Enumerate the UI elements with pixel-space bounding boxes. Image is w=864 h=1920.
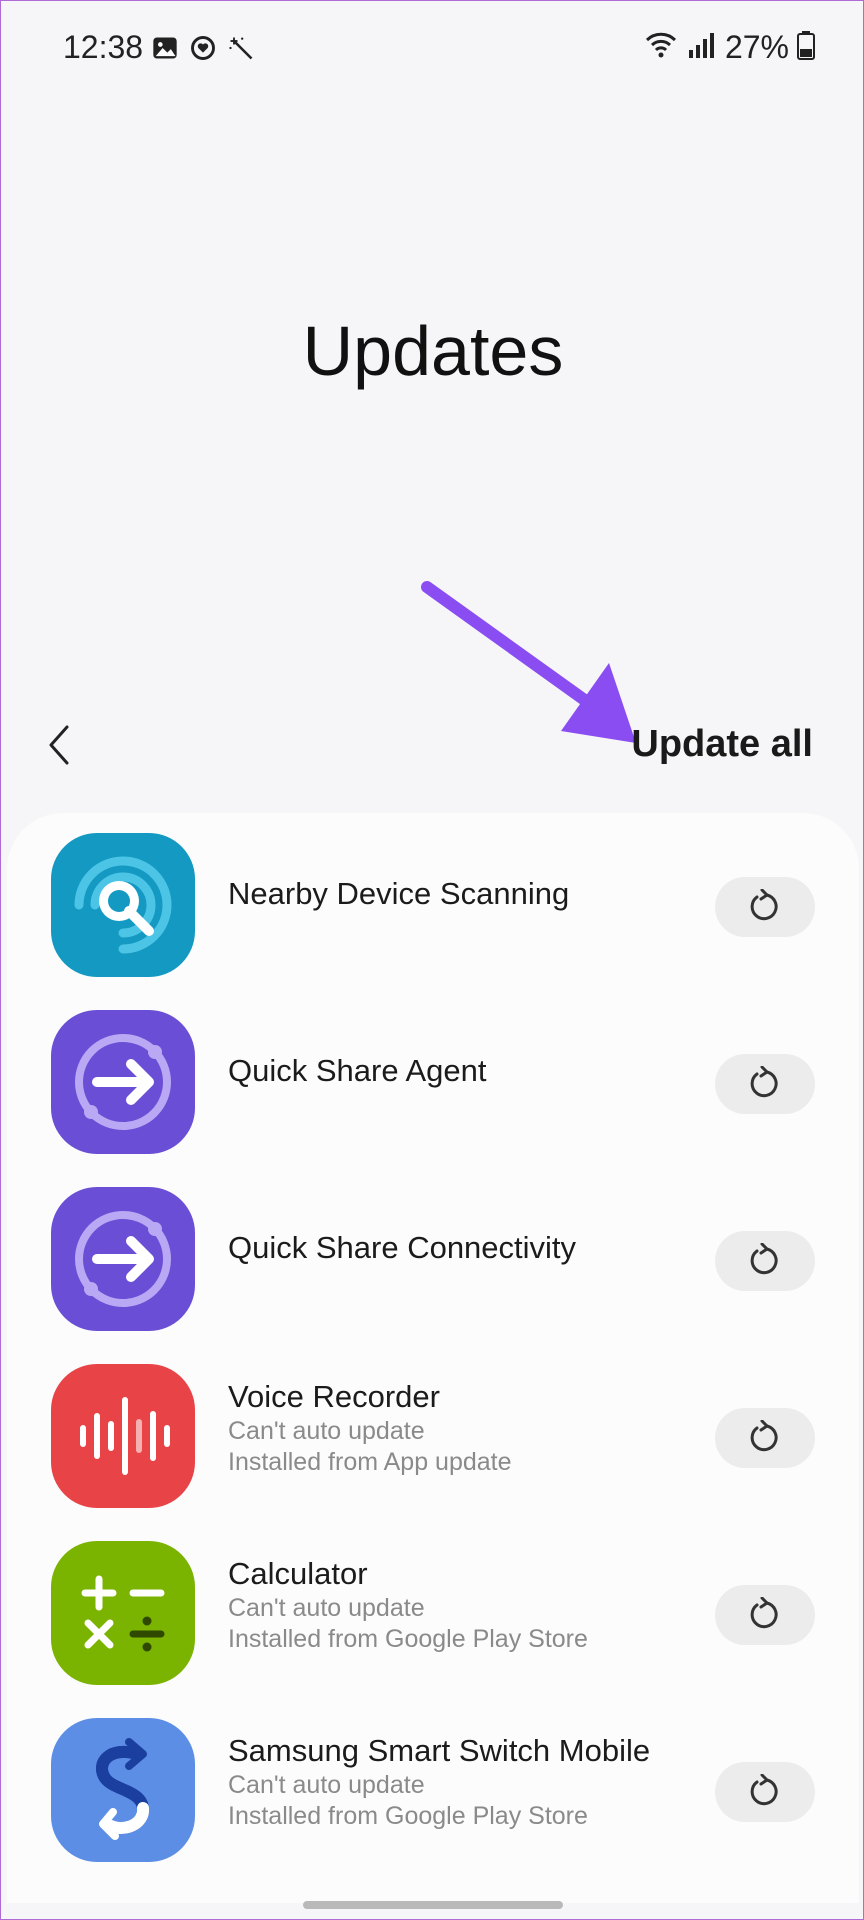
list-item[interactable]: Nearby Device Scanning: [7, 813, 859, 977]
install-source: Installed from App update: [228, 1448, 512, 1476]
quick-share-icon: [51, 1187, 195, 1331]
auto-update-status: Can't auto update: [228, 1417, 425, 1445]
app-name: Voice Recorder: [228, 1379, 440, 1414]
nearby-scan-icon: [51, 833, 195, 977]
app-name: Quick Share Agent: [228, 1053, 487, 1088]
update-button[interactable]: [715, 1054, 815, 1114]
page-title: Updates: [302, 312, 564, 390]
chevron-left-icon: [49, 725, 69, 765]
update-button[interactable]: [715, 1762, 815, 1822]
install-source: Installed from Google Play Store: [228, 1625, 588, 1653]
status-time: 12:38: [63, 29, 144, 65]
update-button[interactable]: [715, 1585, 815, 1645]
annotation-arrow-icon: [421, 581, 636, 743]
calculator-icon: [51, 1541, 195, 1685]
update-all-button[interactable]: Update all: [631, 723, 813, 766]
magic-wand-icon: [227, 34, 255, 67]
refresh-icon: [750, 1420, 778, 1452]
signal-icon: [685, 30, 717, 65]
refresh-icon: [750, 1066, 778, 1098]
app-name: Samsung Smart Switch Mobile: [228, 1733, 651, 1768]
list-item[interactable]: Quick Share Connectivity: [7, 1167, 859, 1331]
updates-list: Nearby Device Scanning Quick Share Agent: [7, 813, 859, 1903]
status-bar: 12:38 27%: [1, 1, 864, 97]
battery-icon: [797, 30, 815, 65]
update-button[interactable]: [715, 1408, 815, 1468]
gallery-icon: [151, 34, 179, 67]
auto-update-status: Can't auto update: [228, 1771, 425, 1799]
smart-switch-icon: [51, 1718, 195, 1862]
heart-sync-icon: [189, 34, 217, 67]
app-name: Calculator: [228, 1556, 368, 1591]
list-item[interactable]: Quick Share Agent: [7, 990, 859, 1154]
wifi-icon: [645, 30, 677, 65]
app-name: Nearby Device Scanning: [228, 876, 570, 911]
list-item[interactable]: Samsung Smart Switch Mobile Can't auto u…: [7, 1698, 859, 1862]
refresh-icon: [750, 889, 778, 921]
update-button[interactable]: [715, 1231, 815, 1291]
auto-update-status: Can't auto update: [228, 1594, 425, 1622]
list-item[interactable]: Calculator Can't auto update Installed f…: [7, 1521, 859, 1685]
refresh-icon: [750, 1597, 778, 1629]
update-button[interactable]: [715, 877, 815, 937]
refresh-icon: [750, 1243, 778, 1275]
refresh-icon: [750, 1774, 778, 1806]
voice-recorder-icon: [51, 1364, 195, 1508]
back-button[interactable]: [39, 717, 79, 773]
list-item[interactable]: Voice Recorder Can't auto update Install…: [7, 1344, 859, 1508]
battery-percentage: 27%: [724, 29, 789, 65]
app-name: Quick Share Connectivity: [228, 1230, 577, 1265]
home-indicator[interactable]: [303, 1901, 563, 1909]
install-source: Installed from Google Play Store: [228, 1802, 588, 1830]
quick-share-icon: [51, 1010, 195, 1154]
